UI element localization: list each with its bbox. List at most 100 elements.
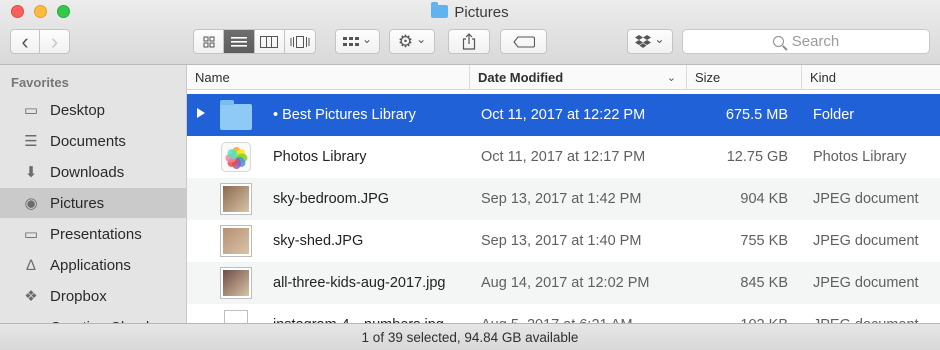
dropbox-icon: ❖	[24, 288, 38, 305]
list-view-button[interactable]	[224, 30, 255, 53]
file-kind: Photos Library	[813, 149, 907, 165]
file-size: 12.75 GB	[726, 149, 788, 165]
search-icon	[772, 36, 784, 47]
file-row[interactable]: sky-bedroom.JPG Sep 13, 2017 at 1:42 PM 90…	[187, 178, 940, 220]
image-thumbnail	[220, 225, 252, 257]
document-icon	[220, 309, 252, 323]
chevron-down-icon: ⌄	[654, 32, 665, 46]
photos-app-icon	[221, 142, 251, 172]
applications-icon: ∆	[26, 256, 36, 274]
column-header: Name Date Modified ⌄ Size Kind	[187, 65, 940, 90]
sidebar-item-downloads[interactable]: ⬇ Downloads	[0, 157, 186, 187]
sidebar-item-presentations[interactable]: ▭ Presentations	[0, 219, 186, 249]
column-date-label: Date Modified	[478, 70, 564, 85]
column-name-header[interactable]: Name	[187, 65, 470, 90]
dropbox-icon	[635, 34, 652, 48]
file-kind: Folder	[813, 107, 855, 123]
photo-thumbnail	[221, 268, 251, 298]
file-row[interactable]: instagram-4---numbers.jpg Aug 5, 2017 at …	[187, 304, 940, 323]
chevron-down-icon: ⌄	[416, 32, 427, 46]
sidebar-item-documents[interactable]: ☰ Documents	[0, 126, 186, 156]
downloads-icon: ⬇	[24, 164, 38, 181]
icon-view-icon	[203, 36, 215, 47]
sidebar-item-label: Presentations	[50, 225, 142, 243]
folder-icon	[220, 100, 252, 130]
chevron-right-icon: ›	[50, 28, 59, 54]
file-row[interactable]: • Best Pictures Library Oct 11, 2017 at 1…	[187, 94, 940, 136]
documents-icon: ☰	[24, 133, 38, 150]
back-button[interactable]: ‹	[11, 28, 41, 54]
file-date: Oct 11, 2017 at 12:17 PM	[481, 149, 646, 165]
column-date-header[interactable]: Date Modified ⌄	[470, 65, 687, 90]
file-date: Sep 13, 2017 at 1:42 PM	[481, 191, 642, 207]
share-icon	[462, 33, 476, 50]
column-view-button[interactable]	[255, 30, 285, 53]
file-size: 904 KB	[740, 191, 788, 207]
file-name: sky-bedroom.JPG	[273, 191, 390, 207]
sidebar-item-dropbox[interactable]: ❖ Dropbox	[0, 281, 186, 311]
sidebar-heading: Favorites	[11, 75, 69, 90]
file-date: Oct 11, 2017 at 12:22 PM	[481, 107, 646, 123]
image-thumbnail	[220, 183, 252, 215]
file-kind: JPEG document	[813, 275, 919, 291]
status-bar: 1 of 39 selected, 94.84 GB available	[0, 323, 940, 350]
folder-icon	[431, 2, 449, 18]
sidebar-item-applications[interactable]: ∆ Applications	[0, 250, 186, 280]
photos-library-icon	[220, 141, 252, 173]
gear-icon: ⚙	[397, 32, 414, 51]
search-placeholder: Search	[791, 33, 840, 50]
sidebar-item-label: Dropbox	[50, 287, 107, 305]
dropbox-button[interactable]: ⌄	[627, 29, 673, 54]
search-field[interactable]: Search	[682, 29, 930, 54]
list-view-icon	[230, 36, 247, 47]
file-size: 845 KB	[740, 275, 788, 291]
file-date: Sep 13, 2017 at 1:40 PM	[481, 233, 642, 249]
camera-icon: ◉	[24, 195, 38, 212]
status-text: 1 of 39 selected, 94.84 GB available	[361, 329, 579, 345]
image-thumbnail	[220, 267, 252, 299]
file-date: Aug 14, 2017 at 12:02 PM	[481, 275, 650, 291]
file-list: Name Date Modified ⌄ Size Kind • Best Pic…	[187, 65, 940, 323]
action-button[interactable]: ⚙ ⌄	[389, 29, 435, 54]
file-name: instagram-4---numbers.jpg	[273, 304, 444, 323]
file-name: Photos Library	[273, 149, 367, 165]
column-view-icon	[260, 35, 279, 48]
photo-thumbnail	[221, 184, 251, 214]
document-thumbnail	[224, 310, 248, 323]
file-kind: JPEG document	[813, 233, 919, 249]
window-title: Pictures	[0, 2, 940, 21]
disclosure-triangle-icon[interactable]	[197, 108, 205, 118]
view-mode-control	[193, 29, 316, 54]
file-name: all-three-kids-aug-2017.jpg	[273, 275, 446, 291]
sidebar-item-label: Applications	[50, 256, 131, 274]
desktop-icon: ▭	[23, 102, 39, 119]
file-row[interactable]: all-three-kids-aug-2017.jpg Aug 14, 2017 …	[187, 262, 940, 304]
sidebar-item-creative-cloud[interactable]: ▭Creative Cloud	[0, 312, 186, 324]
chevron-down-icon: ⌄	[361, 32, 373, 46]
arrange-grid-icon	[342, 36, 359, 46]
sidebar-item-label: Downloads	[50, 163, 125, 181]
file-kind: JPEG document	[813, 191, 919, 207]
column-kind-label: Kind	[810, 70, 837, 85]
folder-icon	[220, 99, 252, 131]
column-size-header[interactable]: Size	[687, 65, 802, 90]
folder-icon: ▭	[23, 226, 39, 243]
chevron-left-icon: ‹	[21, 28, 29, 54]
share-button[interactable]	[448, 29, 490, 54]
file-row[interactable]: Photos Library Oct 11, 2017 at 12:17 PM 12…	[187, 136, 940, 178]
column-kind-header[interactable]: Kind	[802, 65, 940, 90]
column-size-label: Size	[695, 70, 721, 85]
file-row[interactable]: sky-shed.JPG Sep 13, 2017 at 1:40 PM 755 K…	[187, 220, 940, 262]
tag-button[interactable]	[500, 29, 547, 54]
column-name-label: Name	[195, 70, 230, 85]
file-size: 675.5 MB	[725, 107, 788, 123]
sidebar: Favorites ▭ Desktop ☰ Documents ⬇ Downloads ◉ P…	[0, 65, 187, 323]
forward-button[interactable]: ›	[40, 30, 69, 53]
file-name: • Best Pictures Library	[273, 107, 416, 123]
sidebar-item-pictures[interactable]: ◉ Pictures	[0, 188, 186, 218]
icon-view-button[interactable]	[194, 30, 225, 53]
arrange-button[interactable]: ⌄	[335, 29, 380, 54]
coverflow-view-button[interactable]	[285, 30, 315, 53]
sidebar-item-desktop[interactable]: ▭ Desktop	[0, 95, 186, 125]
file-kind: JPEG document	[813, 304, 919, 323]
